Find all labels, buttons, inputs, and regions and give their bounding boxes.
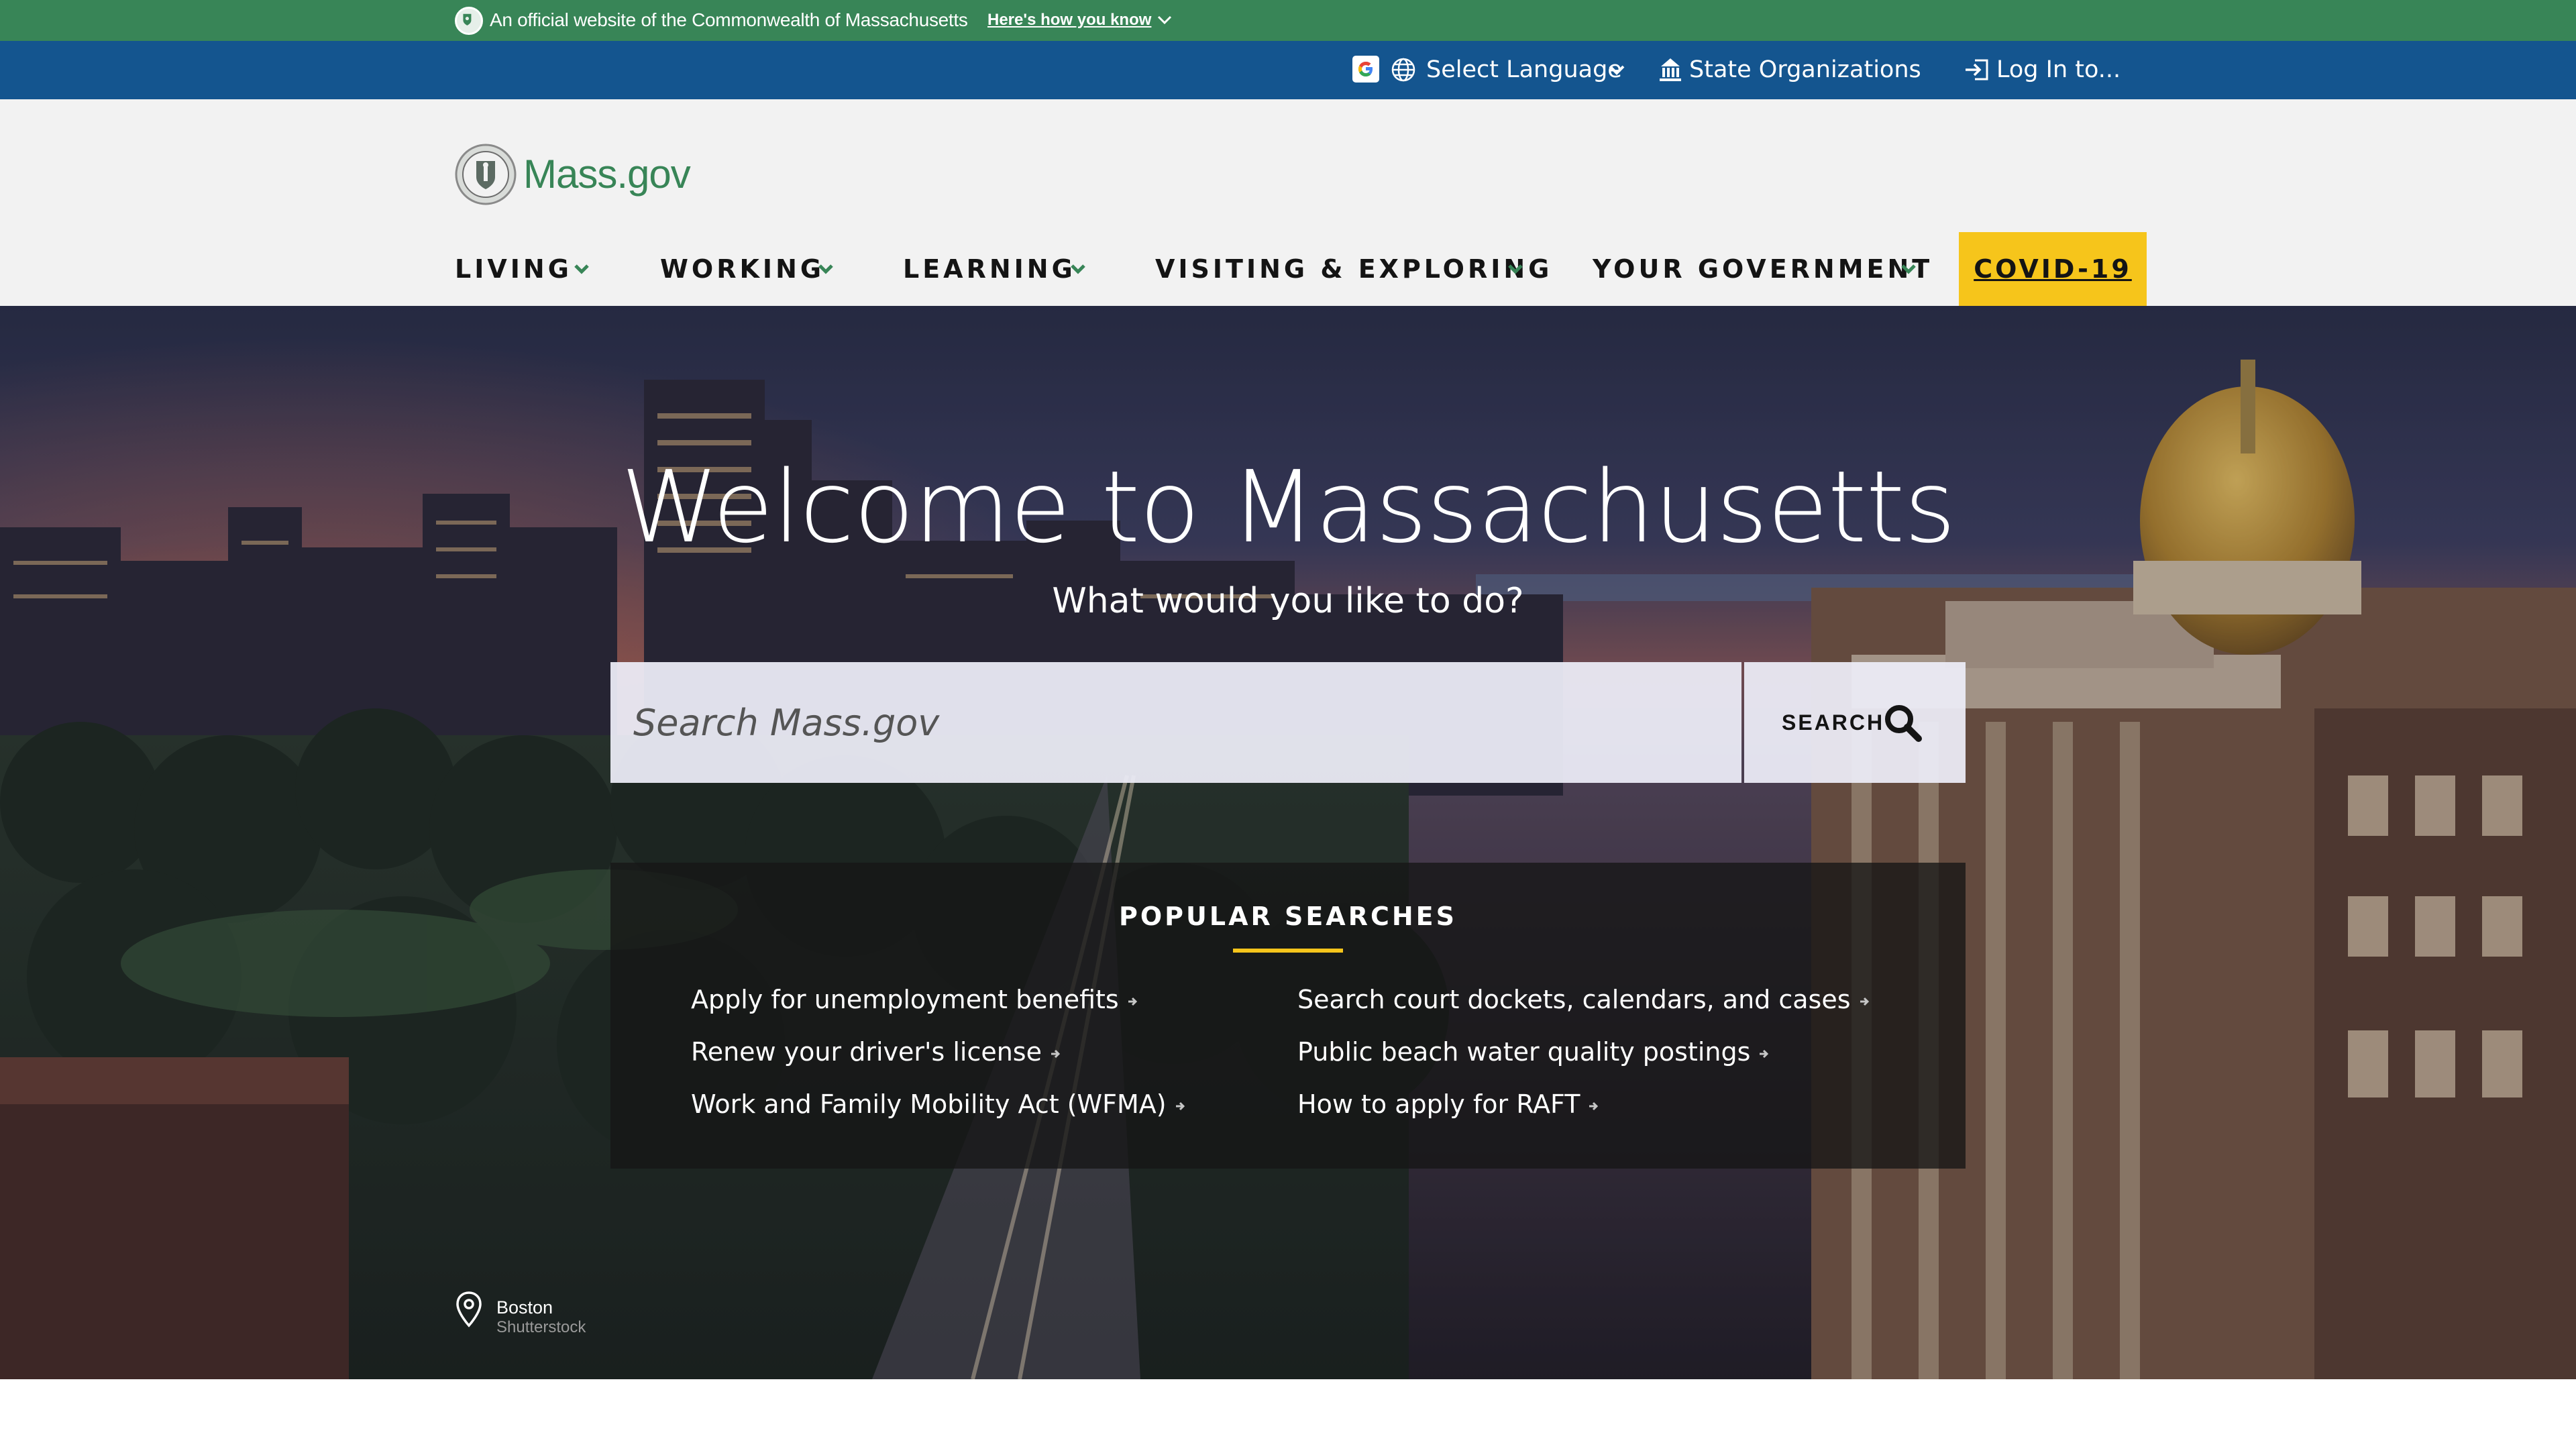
popular-link-label: How to apply for RAFT [1297,1089,1580,1119]
google-icon[interactable] [1352,56,1379,83]
building-icon[interactable] [1657,56,1684,84]
official-banner-text: An official website of the Commonwealth … [490,9,968,30]
popular-link[interactable]: Public beach water quality postings [1297,1032,1770,1072]
popular-link-label: Apply for unemployment benefits [691,985,1119,1014]
popular-link[interactable]: How to apply for RAFT [1297,1084,1600,1124]
chevron-down-icon[interactable] [1068,259,1088,279]
utility-nav: Select Language State Organizations Log … [0,41,2576,99]
search-input[interactable] [610,662,1741,783]
login-icon[interactable] [1963,56,1991,83]
arrow-right-icon [1760,1049,1769,1058]
nav-visiting-exploring[interactable]: VISITING & EXPLORING [1155,232,1552,306]
popular-link-label: Renew your driver's license [691,1037,1042,1067]
popular-link[interactable]: Apply for unemployment benefits [691,979,1139,1020]
shield-seal-icon [455,7,483,35]
site-header: Mass.gov LIVING WORKING LEARNING VISITIN… [0,99,2576,306]
chevron-down-icon[interactable] [572,259,592,279]
arrow-right-icon [1589,1102,1599,1110]
nav-working[interactable]: WORKING [660,232,824,306]
arrow-right-icon [1860,997,1869,1006]
image-caption-credit: Shutterstock [496,1318,586,1336]
arrow-right-icon [1051,1049,1061,1058]
search-icon [1885,705,1922,742]
arrow-right-icon [1175,1102,1185,1110]
how-you-know-link[interactable]: Here's how you know [987,8,1151,32]
image-caption-place: Boston [496,1297,553,1318]
nav-living[interactable]: LIVING [455,232,572,306]
nav-learning[interactable]: LEARNING [903,232,1076,306]
login-link[interactable]: Log In to... [1996,41,2121,99]
search-button[interactable]: SEARCH [1744,662,1966,783]
site-logo[interactable]: Mass.gov [523,146,691,203]
chevron-down-icon[interactable] [1155,11,1174,30]
title-underline [1233,949,1343,953]
popular-link-label: Search court dockets, calendars, and cas… [1297,985,1851,1014]
popular-searches-title: POPULAR SEARCHES [1119,902,1457,931]
arrow-right-icon [1128,997,1137,1006]
chevron-down-icon[interactable] [1505,259,1525,279]
popular-link-label: Work and Family Mobility Act (WFMA) [691,1089,1167,1119]
popular-link[interactable]: Renew your driver's license [691,1032,1062,1072]
main-nav: LIVING WORKING LEARNING VISITING & EXPLO… [0,232,2576,306]
hero-subtitle: What would you like to do? [1052,581,1524,621]
nav-covid-label: COVID-19 [1974,254,2132,284]
state-organizations-link[interactable]: State Organizations [1689,41,1921,99]
popular-searches-panel: POPULAR SEARCHES Apply for unemployment … [610,863,1966,1169]
popular-link[interactable]: Work and Family Mobility Act (WFMA) [691,1084,1187,1124]
hero: Welcome to Massachusetts What would you … [0,306,2576,1379]
globe-icon[interactable] [1390,56,1417,83]
chevron-down-icon[interactable] [1898,259,1919,279]
popular-link[interactable]: Search court dockets, calendars, and cas… [1297,979,1871,1020]
official-banner: An official website of the Commonwealth … [0,0,2576,41]
select-language[interactable]: Select Language [1426,41,1622,99]
hero-title: Welcome to Massachusetts [621,449,1955,565]
search-button-label: SEARCH [1782,710,1885,735]
nav-your-government[interactable]: YOUR GOVERNMENT [1593,232,1933,306]
nav-covid-19[interactable]: COVID-19 [1959,232,2147,306]
mass-seal-icon[interactable] [455,144,517,205]
chevron-down-icon[interactable] [816,259,836,279]
map-pin-icon [456,1291,482,1328]
chevron-down-icon[interactable] [1606,59,1627,80]
popular-link-label: Public beach water quality postings [1297,1037,1751,1067]
